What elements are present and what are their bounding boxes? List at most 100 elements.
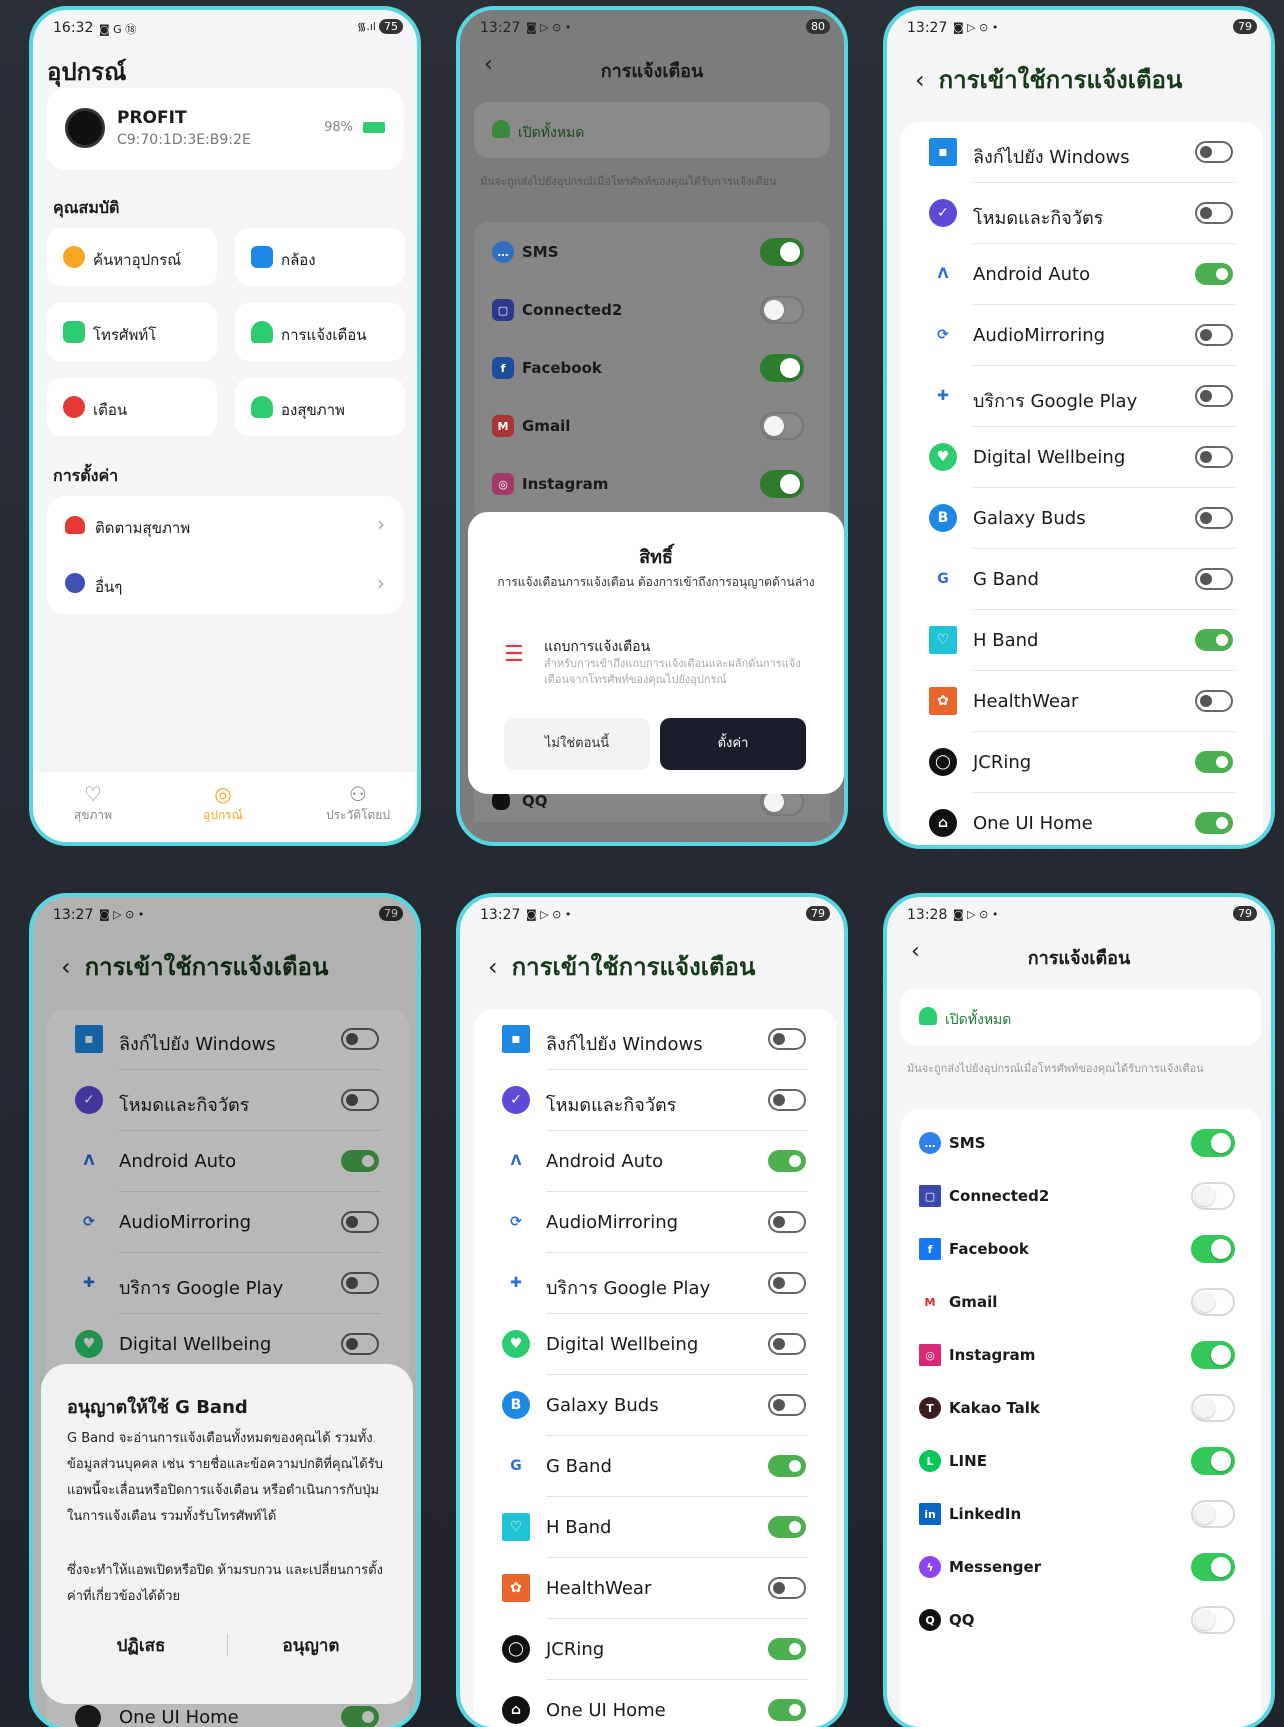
toggle-switch[interactable] [760,354,804,382]
app-row-facebook: f Facebook [901,1219,1261,1277]
toggle-switch[interactable] [1195,812,1233,834]
toggle-switch[interactable] [768,1577,806,1599]
phone-device-screen: 16:32 ◙ G ⑱ ᯾.ıl 75 อุปกรณ์ PROFIT C9:70:… [29,6,421,846]
toggle-switch[interactable] [1195,629,1233,651]
nav-label: สุขภาพ [73,808,113,822]
toggle-switch[interactable] [1195,385,1233,407]
toggle-switch[interactable] [768,1089,806,1111]
instagram-icon: ◎ [492,473,514,495]
toggle-switch[interactable] [760,470,804,498]
toggle-switch[interactable] [1191,1553,1235,1581]
toggle-switch[interactable] [768,1028,806,1050]
toggle-switch[interactable] [1195,446,1233,468]
toggle-switch[interactable] [760,296,804,324]
toggle-switch[interactable] [1191,1129,1235,1157]
toggle-switch[interactable] [760,412,804,440]
toggle-switch[interactable] [768,1150,806,1172]
app-label: Messenger [949,1558,1042,1576]
chevron-right-icon: › [377,571,385,595]
app-label: โหมดและกิจวัตร [973,208,1104,229]
toggle-switch[interactable] [1191,1341,1235,1369]
app-row-item: ✓ โหมดและกิจวัตร [474,1070,836,1131]
toggle-switch[interactable] [1195,568,1233,590]
toggle-switch[interactable] [1191,1288,1235,1316]
toggle-switch[interactable] [1195,324,1233,346]
toggle-switch[interactable] [768,1699,806,1721]
toggle-switch[interactable] [1191,1394,1235,1422]
feature-find-device[interactable]: ค้นหาอุปกรณ์ [47,228,217,286]
app-row-messenger: ϟ Messenger [901,1537,1261,1595]
toggle-switch[interactable] [1195,202,1233,224]
deny-button[interactable]: ปฏิเสธ [71,1632,211,1659]
toggle-switch[interactable] [768,1272,806,1294]
apps-list: … SMS ▢ Connected2 f Facebook M Gmail ◎ Insta… [474,222,830,522]
feature-notifications[interactable]: การแจ้งเตือน [235,303,405,361]
toggle-switch[interactable] [768,1333,806,1355]
toggle-switch[interactable] [1191,1182,1235,1210]
windows-icon: ▪ [502,1025,530,1053]
message-icon: … [919,1132,941,1154]
app-row-g-band: G G Band [474,1436,836,1497]
message-icon: … [492,241,514,263]
battery-badge: 79 [1233,19,1257,34]
toggle-switch[interactable] [1195,141,1233,163]
nav-history[interactable]: ⚇ ประวัติโดยป [313,782,403,825]
windows-icon: ▪ [929,138,957,166]
kakao-icon: T [919,1397,941,1419]
app-row-android-auto: Λ Android Auto [901,244,1263,305]
status-time: 13:27 [907,20,948,36]
open-all-label: เปิดทั้งหมด [945,1012,1012,1028]
app-label: Facebook [949,1240,1029,1258]
toggle-switch[interactable] [1195,690,1233,712]
feature-alarm[interactable]: เตือน [47,378,217,436]
app-row-android-auto: Λ Android Auto [474,1131,836,1192]
back-button[interactable]: ‹ [488,953,498,981]
gmail-icon: M [492,415,514,437]
toggle-switch[interactable] [768,1394,806,1416]
app-label: One UI Home [973,813,1093,834]
toggle-switch[interactable] [1195,751,1233,773]
not-now-button[interactable]: ไม่ใช่ตอนนี้ [504,718,650,770]
digital-wellbeing-icon: ♥ [929,443,957,471]
feature-label: การแจ้งเตือน [281,326,367,344]
app-label: Digital Wellbeing [973,447,1126,468]
toggle-switch[interactable] [760,238,804,266]
toggle-switch[interactable] [1191,1606,1235,1634]
toggle-switch[interactable] [1191,1235,1235,1263]
settings-item-health[interactable]: ติดตามสุขภาพ › [47,496,403,555]
allow-button[interactable]: อนุญาต [241,1632,381,1659]
app-row-one-ui-home: ⌂ One UI Home [901,793,1263,845]
open-all-row[interactable]: เปิดทั้งหมด [901,989,1261,1045]
app-label: Gmail [949,1293,998,1311]
toggle-switch[interactable] [1195,507,1233,529]
toggle-switch[interactable] [1191,1500,1235,1528]
jcring-icon: ◯ [929,748,957,776]
dialog-body: G Band จะอ่านการแจ้งเตือนทั้งหมดของคุณได… [67,1431,383,1524]
toggle-switch[interactable] [768,1211,806,1233]
app-row-digital-wellbeing: ♥ Digital Wellbeing [901,427,1263,488]
toggle-switch[interactable] [768,1638,806,1660]
nav-device[interactable]: ◎ อุปกรณ์ [191,782,255,825]
person-icon [251,396,273,418]
bell-icon [919,1007,937,1025]
toggle-switch[interactable] [768,1516,806,1538]
camera-icon [251,246,273,268]
back-button[interactable]: ‹ [915,66,925,94]
app-row-one-ui-home: ⌂ One UI Home [474,1680,836,1727]
app-label: HealthWear [546,1578,652,1599]
status-bar: 13:27 ◙ ▷ ⊙ • 80 [460,10,844,50]
feature-health[interactable]: องสุขภาพ [235,378,405,436]
toggle-switch[interactable] [768,1455,806,1477]
toggle-switch[interactable] [1191,1447,1235,1475]
settings-button[interactable]: ตั้งค่า [660,718,806,770]
feature-phone[interactable]: โทรศัพท์โ [47,303,217,361]
settings-item-others[interactable]: อื่นๆ › [47,555,403,614]
status-right: 79 [1233,906,1257,921]
open-all-row[interactable]: เปิดทั้งหมด [474,102,830,158]
nav-health[interactable]: ♡ สุขภาพ [61,782,125,825]
toggle-switch[interactable] [1195,263,1233,285]
audio-mirroring-icon: ⟳ [929,321,957,349]
app-row-qq: Q QQ [901,1590,1261,1648]
feature-camera[interactable]: กล้อง [235,228,405,286]
device-card[interactable]: PROFIT C9:70:1D:3E:B9:2E 98% [47,88,403,170]
